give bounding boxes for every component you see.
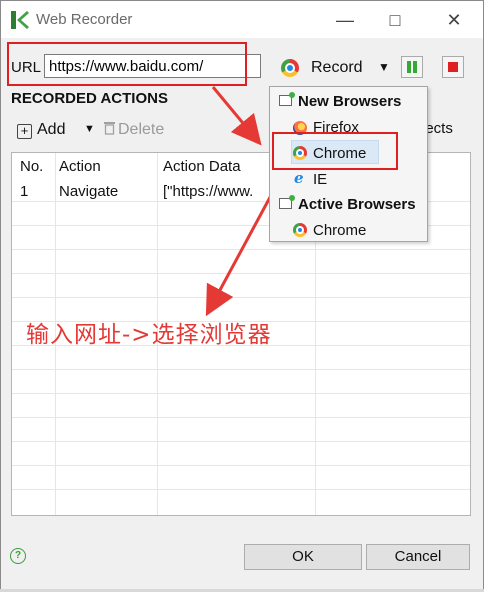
add-dropdown-caret-icon[interactable]: ▼ [84,123,95,135]
delete-label: Delete [118,121,165,138]
plus-icon: + [17,124,32,139]
record-label: Record [311,59,363,76]
maximize-icon[interactable]: □ [382,7,408,33]
minimize-icon[interactable]: — [332,7,358,33]
delete-button[interactable]: Delete [103,121,164,139]
row-1-action[interactable]: Navigate [59,183,118,200]
record-dropdown-caret-icon[interactable]: ▼ [378,60,390,74]
stop-button[interactable] [442,56,464,78]
chrome-highlight-box [272,132,398,170]
new-browsers-header: New Browsers [298,93,402,110]
window-title: Web Recorder [36,11,133,28]
chrome-icon [281,59,299,77]
pause-icon [407,61,411,73]
section-title: RECORDED ACTIONS [11,90,168,107]
row-1-data[interactable]: ["https://www. [163,183,253,200]
add-label: Add [37,121,66,138]
chrome-icon [293,223,307,237]
ok-button[interactable]: OK [244,544,362,570]
new-browsers-folder-icon [279,92,295,106]
add-button[interactable]: + Add [17,121,65,139]
menu-item-active-chrome[interactable]: Chrome [313,222,366,239]
trash-icon [104,122,115,135]
row-1-no[interactable]: 1 [20,183,28,200]
menu-item-ie[interactable]: IE [313,171,327,188]
url-highlight-box [7,42,247,86]
annotation-text: 输入网址->选择浏览器 [26,322,272,348]
cancel-button[interactable]: Cancel [366,544,470,570]
title-bar: Web Recorder — □ ✕ [1,1,483,39]
active-browsers-header: Active Browsers [298,196,416,213]
close-icon[interactable]: ✕ [441,7,467,33]
help-icon[interactable]: ? [10,548,26,564]
column-header-no[interactable]: No. [20,158,43,175]
katalon-logo-icon [11,11,29,29]
ie-icon: e [294,169,304,187]
pause-button[interactable] [401,56,423,78]
column-header-action[interactable]: Action [59,158,101,175]
column-header-action-data[interactable]: Action Data [163,158,241,175]
stop-icon [448,62,458,72]
active-browsers-folder-icon [279,195,295,209]
